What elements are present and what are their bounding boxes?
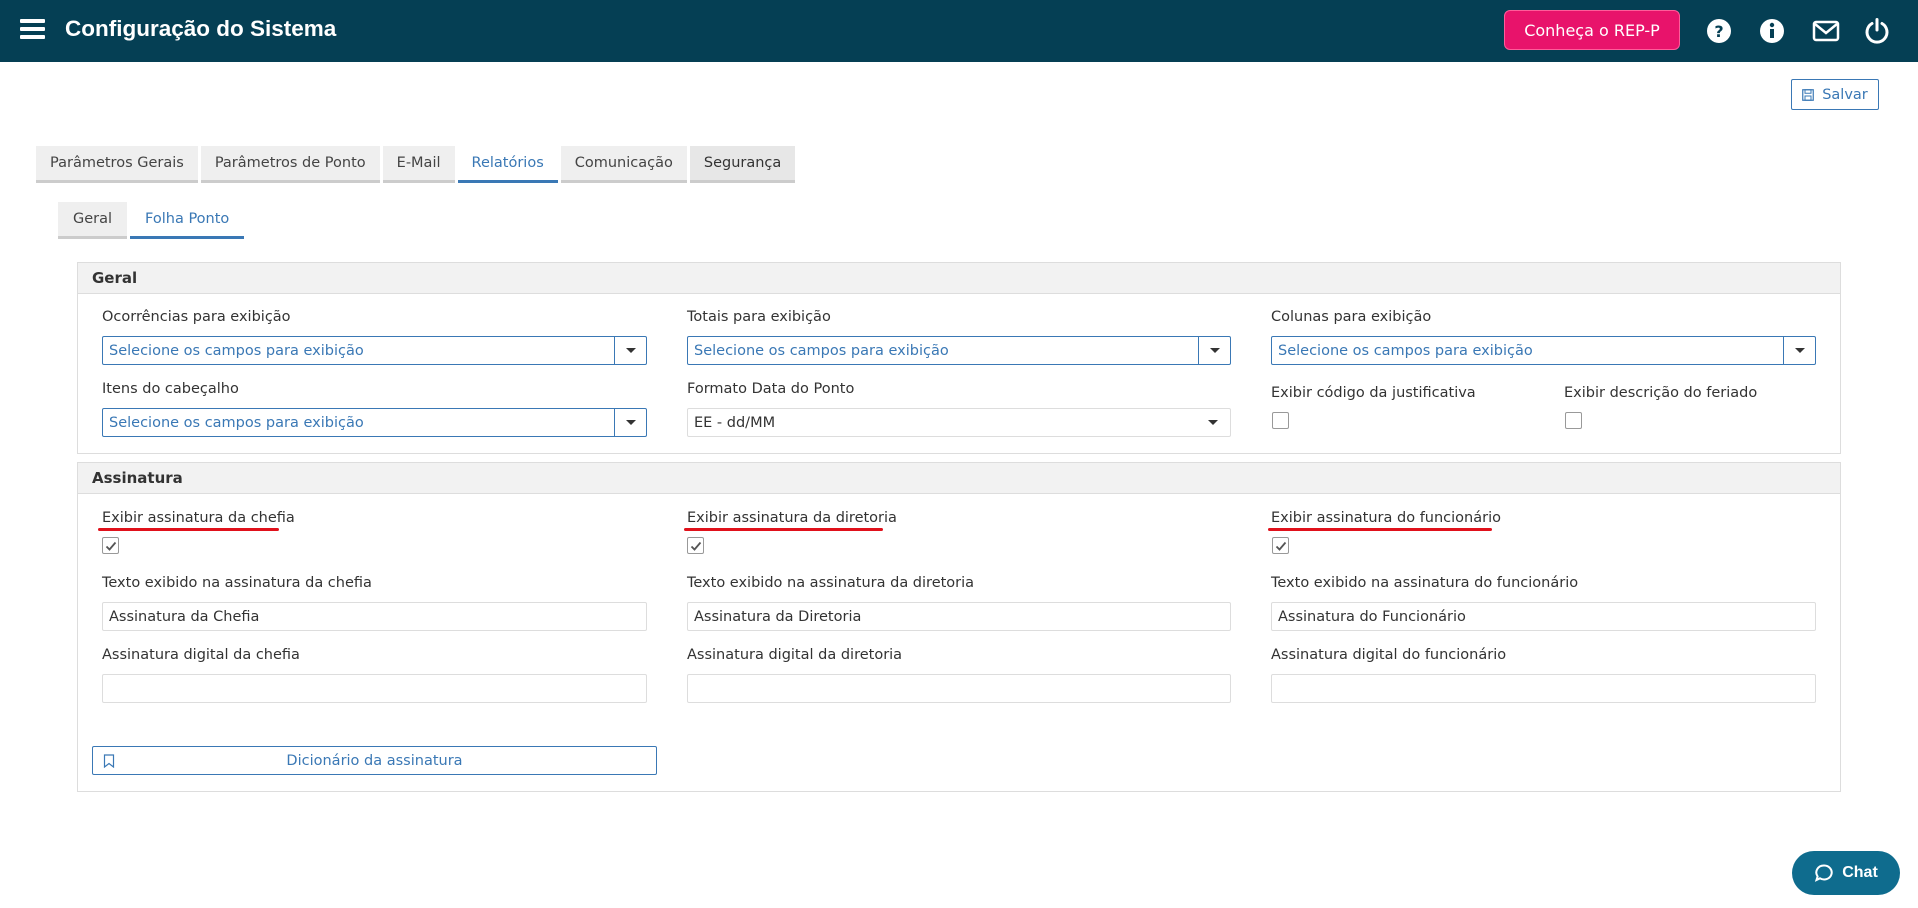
highlight-underline: [98, 528, 279, 531]
exibir-feriado-label: Exibir descrição do feriado: [1564, 385, 1758, 401]
subtab-geral[interactable]: Geral: [58, 202, 128, 239]
tab-parametros-gerais[interactable]: Parâmetros Gerais: [36, 146, 198, 183]
help-icon[interactable]: ?: [1705, 17, 1733, 45]
totais-placeholder: Selecione os campos para exibição: [694, 342, 949, 359]
chat-label: Chat: [1842, 864, 1878, 881]
exibir-feriado-checkbox[interactable]: [1565, 412, 1582, 429]
colunas-label: Colunas para exibição: [1271, 309, 1432, 325]
power-icon[interactable]: [1863, 17, 1891, 45]
tab-seguranca[interactable]: Segurança: [689, 146, 796, 183]
tab-email[interactable]: E-Mail: [382, 146, 455, 183]
save-button[interactable]: Salvar: [1791, 79, 1879, 110]
chevron-down-icon[interactable]: [1198, 337, 1230, 364]
ocorrencias-label: Ocorrências para exibição: [102, 309, 291, 325]
check-icon: [690, 541, 701, 551]
colunas-multiselect[interactable]: Selecione os campos para exibição: [1271, 336, 1816, 365]
exibir-codigo-label: Exibir código da justificativa: [1271, 385, 1476, 401]
chevron-down-icon: [1208, 420, 1218, 425]
sub-tabs: Geral Folha Ponto: [58, 202, 245, 239]
texto-chefia-label: Texto exibido na assinatura da chefia: [102, 575, 372, 591]
save-icon: [1802, 88, 1815, 101]
digital-diretoria-input[interactable]: [687, 674, 1231, 703]
exibir-diretoria-label: Exibir assinatura da diretoria: [687, 510, 897, 526]
colunas-placeholder: Selecione os campos para exibição: [1278, 342, 1533, 359]
itens-cabecalho-label: Itens do cabeçalho: [102, 381, 239, 397]
digital-funcionario-input[interactable]: [1271, 674, 1816, 703]
svg-text:?: ?: [1714, 22, 1723, 41]
itens-cabecalho-placeholder: Selecione os campos para exibição: [109, 414, 364, 431]
texto-diretoria-input[interactable]: [687, 602, 1231, 631]
totais-label: Totais para exibição: [687, 309, 831, 325]
page-title: Configuração do Sistema: [65, 16, 337, 41]
tab-parametros-ponto[interactable]: Parâmetros de Ponto: [200, 146, 380, 183]
panel-assinatura-title: Assinatura: [78, 463, 1840, 494]
totais-multiselect[interactable]: Selecione os campos para exibição: [687, 336, 1231, 365]
chat-button[interactable]: Chat: [1792, 851, 1900, 895]
subtab-folha-ponto[interactable]: Folha Ponto: [130, 202, 245, 239]
texto-chefia-input[interactable]: [102, 602, 647, 631]
texto-diretoria-label: Texto exibido na assinatura da diretoria: [687, 575, 975, 591]
digital-chefia-input[interactable]: [102, 674, 647, 703]
rep-p-button[interactable]: Conheça o REP-P: [1504, 10, 1680, 50]
chevron-down-icon[interactable]: [614, 337, 646, 364]
dicionario-assinatura-button[interactable]: Dicionário da assinatura: [92, 746, 657, 775]
mail-icon[interactable]: [1812, 17, 1840, 45]
exibir-chefia-label: Exibir assinatura da chefia: [102, 510, 295, 526]
exibir-diretoria-checkbox[interactable]: [687, 537, 704, 554]
top-bar: Configuração do Sistema Conheça o REP-P …: [0, 0, 1918, 62]
chat-bubble-icon: [1815, 864, 1833, 882]
tab-comunicacao[interactable]: Comunicação: [560, 146, 687, 183]
ocorrencias-multiselect[interactable]: Selecione os campos para exibição: [102, 336, 647, 365]
itens-cabecalho-multiselect[interactable]: Selecione os campos para exibição: [102, 408, 647, 437]
chevron-down-icon[interactable]: [1783, 337, 1815, 364]
panel-geral-title: Geral: [78, 263, 1840, 294]
texto-funcionario-input[interactable]: [1271, 602, 1816, 631]
texto-funcionario-label: Texto exibido na assinatura do funcionár…: [1271, 575, 1579, 591]
formato-data-value: EE - dd/MM: [694, 414, 776, 431]
exibir-funcionario-label: Exibir assinatura do funcionário: [1271, 510, 1501, 526]
ocorrencias-placeholder: Selecione os campos para exibição: [109, 342, 364, 359]
exibir-chefia-checkbox[interactable]: [102, 537, 119, 554]
highlight-underline: [1268, 528, 1492, 531]
exibir-funcionario-checkbox[interactable]: [1272, 537, 1289, 554]
menu-icon[interactable]: [20, 19, 45, 41]
digital-funcionario-label: Assinatura digital do funcionário: [1271, 647, 1507, 663]
exibir-codigo-checkbox[interactable]: [1272, 412, 1289, 429]
save-label: Salvar: [1822, 86, 1868, 103]
highlight-underline: [684, 528, 883, 531]
info-icon[interactable]: [1758, 17, 1786, 45]
formato-data-label: Formato Data do Ponto: [687, 381, 855, 397]
check-icon: [1275, 541, 1286, 551]
chevron-down-icon[interactable]: [614, 409, 646, 436]
digital-chefia-label: Assinatura digital da chefia: [102, 647, 300, 663]
formato-data-select[interactable]: EE - dd/MM: [687, 408, 1231, 437]
check-icon: [105, 541, 116, 551]
bookmark-icon: [103, 754, 115, 768]
dicionario-label: Dicionário da assinatura: [286, 752, 463, 769]
tab-relatorios[interactable]: Relatórios: [457, 146, 558, 183]
digital-diretoria-label: Assinatura digital da diretoria: [687, 647, 903, 663]
main-tabs: Parâmetros Gerais Parâmetros de Ponto E-…: [36, 146, 796, 183]
